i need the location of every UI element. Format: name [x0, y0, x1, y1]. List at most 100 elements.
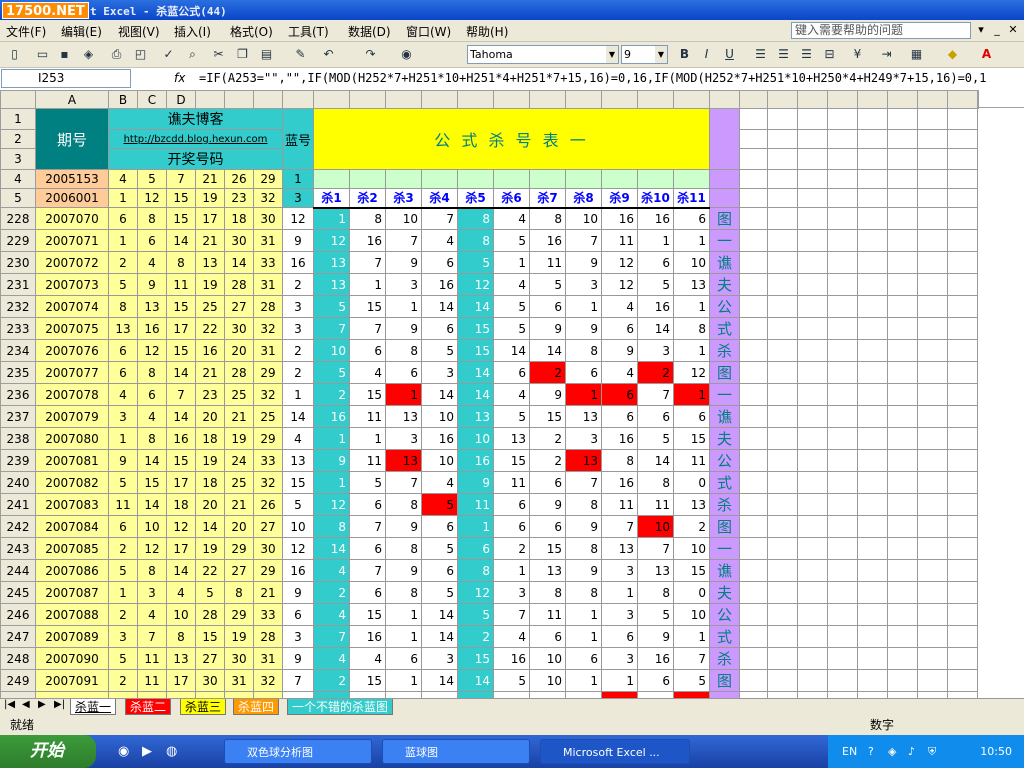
kill-value-cell[interactable]: 15: [349, 295, 386, 318]
kill-value-cell[interactable]: 5: [637, 427, 674, 450]
cell[interactable]: [857, 625, 888, 648]
cut-icon[interactable]: ✂: [210, 46, 227, 63]
period-cell[interactable]: 2005153: [35, 169, 109, 189]
cell[interactable]: [887, 449, 918, 472]
period-cell[interactable]: 2007071: [35, 229, 109, 252]
task-color-ball-chart[interactable]: 双色球分析图: [224, 739, 372, 764]
kill-value-cell[interactable]: 3: [385, 273, 422, 296]
cell[interactable]: [887, 471, 918, 494]
kill-value-cell[interactable]: 6: [421, 559, 458, 582]
kill-value-cell[interactable]: 5: [457, 603, 494, 626]
kill-value-cell[interactable]: 8: [565, 537, 602, 560]
kill-value-cell[interactable]: 8: [565, 339, 602, 362]
row-header[interactable]: 5: [0, 188, 36, 208]
draw-number-cell[interactable]: 16: [195, 339, 225, 362]
kill-value-cell[interactable]: 10: [385, 207, 422, 230]
cell[interactable]: [887, 188, 918, 208]
cell[interactable]: [739, 129, 768, 149]
kill-value-cell[interactable]: 1: [313, 427, 350, 450]
cell[interactable]: [947, 188, 978, 208]
draw-number-cell[interactable]: 13: [166, 647, 196, 670]
cell[interactable]: [947, 207, 978, 230]
kill-value-cell[interactable]: 13: [565, 449, 602, 472]
column-header[interactable]: [493, 90, 530, 109]
row-header[interactable]: 244: [0, 559, 36, 582]
kill-value-cell[interactable]: 3: [421, 647, 458, 670]
draw-number-cell[interactable]: 15: [166, 207, 196, 230]
cell[interactable]: [917, 129, 948, 149]
kill-value-cell[interactable]: 6: [601, 625, 638, 648]
dropdown-icon[interactable]: ▾: [974, 23, 988, 37]
kill-value-cell[interactable]: 4: [493, 625, 530, 648]
cell[interactable]: [947, 361, 978, 384]
kill-value-cell[interactable]: 9: [385, 317, 422, 340]
cell[interactable]: [767, 148, 798, 170]
kill-value-cell[interactable]: 14: [529, 339, 566, 362]
kill-value-cell[interactable]: 6: [529, 515, 566, 538]
kill-value-cell[interactable]: 10: [637, 515, 674, 538]
tab-nav-next-icon[interactable]: ▶: [38, 699, 46, 710]
cell[interactable]: [767, 383, 798, 406]
cell[interactable]: [739, 537, 768, 560]
cell[interactable]: [739, 148, 768, 170]
draw-number-cell[interactable]: 5: [108, 273, 138, 296]
kill-value-cell[interactable]: 14: [421, 625, 458, 648]
kill-value-cell[interactable]: 4: [421, 229, 458, 252]
cell[interactable]: [947, 405, 978, 428]
cell[interactable]: [827, 229, 858, 252]
blue-number-cell[interactable]: 2: [282, 339, 314, 362]
period-cell[interactable]: 2007080: [35, 427, 109, 450]
blue-number-cell[interactable]: 3: [282, 188, 314, 208]
cell[interactable]: [857, 317, 888, 340]
cell[interactable]: [857, 647, 888, 670]
cell[interactable]: [827, 449, 858, 472]
tab-sha-lan-2[interactable]: 杀蓝二: [125, 699, 172, 715]
column-header[interactable]: [827, 90, 858, 109]
kill-value-cell[interactable]: 6: [673, 405, 710, 428]
kill-value-cell[interactable]: 14: [637, 449, 674, 472]
kill-value-cell[interactable]: 1: [313, 471, 350, 494]
kill-value-cell[interactable]: 8: [637, 471, 674, 494]
undo-icon[interactable]: ↶: [320, 46, 337, 63]
cell[interactable]: [827, 169, 858, 189]
cell[interactable]: [947, 449, 978, 472]
row-header[interactable]: 4: [0, 169, 36, 189]
draw-number-cell[interactable]: 30: [195, 669, 225, 692]
kill-value-cell[interactable]: 7: [313, 625, 350, 648]
draw-number-cell[interactable]: 21: [253, 581, 283, 604]
draw-number-cell[interactable]: 2: [108, 603, 138, 626]
draw-number-cell[interactable]: 19: [224, 625, 254, 648]
kill-value-cell[interactable]: 1: [673, 339, 710, 362]
volume-icon[interactable]: ♪: [908, 735, 915, 768]
cell[interactable]: [739, 108, 768, 130]
kill-value-cell[interactable]: 16: [313, 405, 350, 428]
cell[interactable]: [767, 108, 798, 130]
kill-value-cell[interactable]: 9: [385, 559, 422, 582]
kill-value-cell[interactable]: 5: [493, 295, 530, 318]
period-cell[interactable]: 2007088: [35, 603, 109, 626]
cell[interactable]: [887, 581, 918, 604]
column-header[interactable]: [709, 90, 740, 109]
draw-number-cell[interactable]: 27: [224, 295, 254, 318]
cell[interactable]: [857, 295, 888, 318]
kill-value-cell[interactable]: 1: [385, 383, 422, 406]
kill-value-cell[interactable]: 10: [673, 537, 710, 560]
cell[interactable]: [947, 273, 978, 296]
cell[interactable]: [797, 148, 828, 170]
blue-number-cell[interactable]: 12: [282, 537, 314, 560]
cell[interactable]: [917, 625, 948, 648]
draw-number-cell[interactable]: 29: [253, 361, 283, 384]
italic-button[interactable]: I: [698, 46, 715, 63]
kill-value-cell[interactable]: 15: [349, 603, 386, 626]
column-header[interactable]: [349, 90, 386, 109]
draw-number-cell[interactable]: 20: [224, 339, 254, 362]
cell[interactable]: [767, 581, 798, 604]
draw-number-cell[interactable]: 14: [195, 515, 225, 538]
kill-value-cell[interactable]: 4: [313, 559, 350, 582]
draw-number-cell[interactable]: 14: [166, 229, 196, 252]
cell[interactable]: [739, 273, 768, 296]
kill-value-cell[interactable]: 14: [457, 295, 494, 318]
insert-function-icon[interactable]: fx: [174, 71, 185, 85]
draw-number-cell[interactable]: 32: [253, 188, 283, 208]
draw-number-cell[interactable]: 17: [166, 537, 196, 560]
